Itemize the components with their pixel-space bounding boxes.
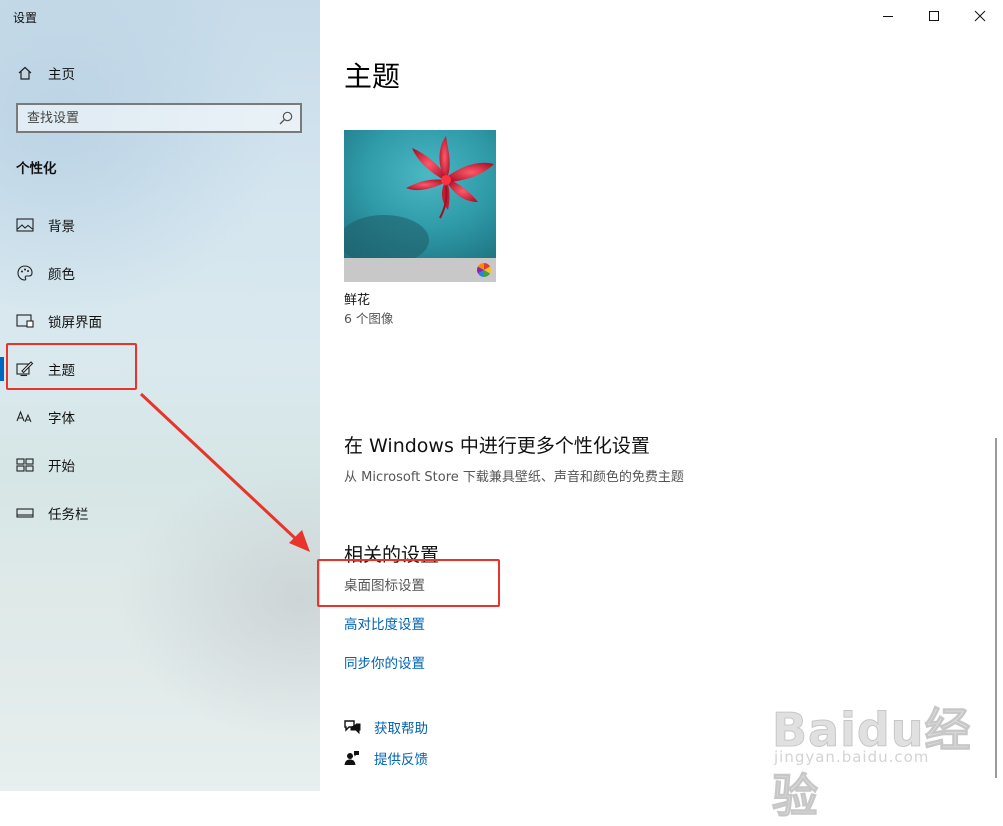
close-icon [974,7,986,26]
sync-settings-link[interactable]: 同步你的设置 [344,652,425,672]
app-title: 设置 [13,11,38,25]
sidebar-item-label: 字体 [48,411,75,427]
help-chat-icon [342,717,362,737]
sidebar: 设置 主页 个性化 背景 颜色 锁屏界面 主题 [0,0,320,791]
theme-image-count: 6 个图像 [344,311,394,326]
search-box[interactable] [16,103,302,133]
feedback-person-icon [342,748,362,768]
main-content: 主题 鲜花 6 个图像 在 Windows 中进行更多个性化设置 从 Micro… [317,0,1003,824]
sidebar-item-label: 锁屏界面 [48,315,102,331]
sidebar-item-label: 开始 [48,459,75,475]
sidebar-item-fonts[interactable]: 字体 [0,397,320,437]
annotation-highlight-themes [6,343,137,390]
search-input[interactable] [18,105,277,131]
page-title: 主题 [344,60,401,93]
sidebar-item-background[interactable]: 背景 [0,205,320,245]
high-contrast-settings-link[interactable]: 高对比度设置 [344,613,425,633]
maximize-button[interactable] [911,0,957,32]
watermark: Baidu经验 jingyan.baidu.com [772,678,1002,824]
get-help-link[interactable]: 获取帮助 [342,716,428,738]
picture-icon [16,216,34,234]
feedback-label: 提供反馈 [374,752,428,768]
watermark-url: jingyan.baidu.com [774,748,930,766]
annotation-highlight-desktop-icons [317,559,500,607]
font-icon [16,408,34,426]
sidebar-item-taskbar[interactable]: 任务栏 [0,493,320,533]
window-controls [865,0,1003,32]
maximize-icon [928,7,940,26]
palette-icon [16,264,34,282]
sidebar-item-colors[interactable]: 颜色 [0,253,320,293]
minimize-button[interactable] [865,0,911,32]
minimize-icon [882,7,894,26]
start-menu-icon [16,456,34,474]
sidebar-item-label: 主页 [48,67,75,83]
lock-screen-icon [16,312,34,330]
sidebar-item-start[interactable]: 开始 [0,445,320,485]
sidebar-item-home[interactable]: 主页 [0,53,320,93]
theme-name: 鲜花 [344,293,371,308]
taskbar-icon [16,504,34,522]
search-icon[interactable] [278,110,294,126]
get-help-label: 获取帮助 [374,721,428,737]
sidebar-item-label: 任务栏 [48,507,89,523]
section-heading: 个性化 [16,161,57,177]
sidebar-item-label: 背景 [48,219,75,235]
close-button[interactable] [957,0,1003,32]
home-icon [16,64,34,82]
feedback-link[interactable]: 提供反馈 [342,747,428,769]
more-personalization-heading: 在 Windows 中进行更多个性化设置 [344,435,650,457]
sidebar-item-label: 颜色 [48,267,75,283]
theme-thumbnail[interactable] [344,130,496,282]
more-personalization-description: 从 Microsoft Store 下载兼具壁纸、声音和颜色的免费主题 [344,470,684,485]
sidebar-item-lock-screen[interactable]: 锁屏界面 [0,301,320,341]
